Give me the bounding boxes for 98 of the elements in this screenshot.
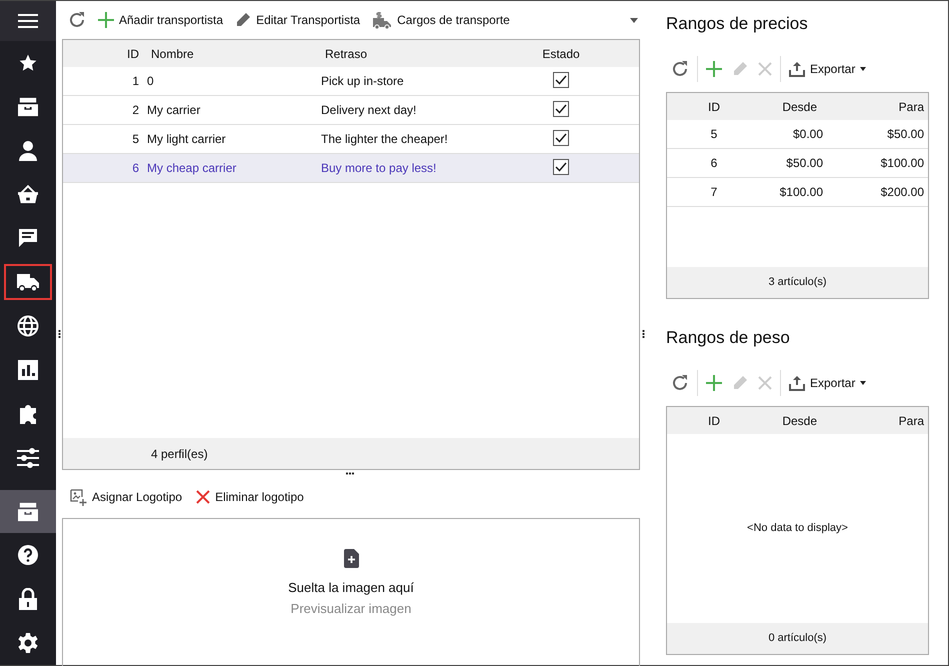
table-cell-text: $50.00: [886, 126, 925, 143]
table-row[interactable]: 6 $50.00 $100.00: [667, 149, 928, 178]
table-cell-text: 1: [131, 73, 140, 90]
gear-icon: [17, 632, 39, 654]
column-header[interactable]: Para: [827, 412, 928, 430]
edit-carrier-button[interactable]: Editar Transportista: [233, 11, 362, 29]
table-cell-text: 0: [146, 73, 155, 90]
checkbox[interactable]: [553, 159, 569, 175]
table-cell-text: 6: [710, 155, 718, 172]
section-title: Rangos de peso: [666, 327, 791, 349]
dropdown-button[interactable]: [628, 18, 640, 22]
image-dropzone[interactable]: Suelta la imagen aquí Previsualizar imagen: [62, 518, 640, 666]
table-cell-text: 5: [710, 126, 718, 143]
close-icon: [196, 490, 210, 504]
dropzone-subtitle: Previsualizar imagen: [290, 600, 412, 618]
inbox-icon: [17, 96, 39, 117]
truck-icon: [16, 272, 40, 292]
checkbox[interactable]: [553, 130, 569, 146]
column-header[interactable]: Retraso: [317, 44, 521, 62]
refresh-icon: [671, 60, 689, 78]
column-header[interactable]: Desde: [761, 98, 827, 116]
table-cell-text: My carrier: [146, 102, 202, 119]
table-cell-text: 2: [131, 102, 140, 119]
table-row[interactable]: 5 $0.00 $50.00: [667, 120, 928, 149]
table-row[interactable]: 1 0 Pick up in-store: [63, 67, 639, 96]
table-cell-text: $50.00: [785, 155, 824, 172]
table-row[interactable]: 6 My cheap carrier Buy more to pay less!: [63, 154, 639, 183]
plus-icon: [98, 12, 114, 28]
splitter-grip[interactable]: [345, 472, 355, 475]
export-button[interactable]: Exportar: [784, 374, 872, 392]
lock-icon: [18, 588, 38, 610]
checkbox[interactable]: [553, 101, 569, 117]
refresh-icon: [68, 11, 86, 29]
column-header[interactable]: Desde: [761, 412, 827, 430]
file-plus-icon: [344, 548, 358, 568]
truck-icon: [372, 11, 392, 29]
star-icon: [18, 52, 38, 73]
column-header[interactable]: ID: [63, 44, 143, 62]
column-header[interactable]: Nombre: [143, 44, 317, 62]
empty-message: <No data to display>: [747, 521, 848, 536]
table-cell-text: 7: [710, 184, 718, 201]
image-add-icon: [70, 488, 87, 506]
dropzone-title: Suelta la imagen aquí: [288, 578, 414, 597]
refresh-icon: [671, 374, 689, 392]
section-title: Rangos de precios: [666, 13, 809, 35]
plus-icon: [706, 375, 722, 391]
caret-icon: [630, 18, 638, 22]
column-header[interactable]: ID: [667, 98, 761, 116]
sliders-icon: [17, 448, 39, 468]
puzzle-icon: [18, 402, 38, 425]
basket-icon: [17, 184, 39, 204]
table-cell-text: $100.00: [880, 155, 925, 172]
person-icon: [18, 140, 38, 162]
table-row[interactable]: 2 My carrier Delivery next day!: [63, 96, 639, 125]
close-icon: [758, 376, 772, 390]
globe-icon: [17, 315, 39, 338]
pencil-icon: [732, 61, 748, 77]
column-header[interactable]: Estado: [521, 44, 601, 62]
table-cell-text: Buy more to pay less!: [320, 160, 438, 177]
record-count: 4 perfil(es): [150, 446, 208, 462]
plus-icon: [706, 61, 722, 77]
checkbox[interactable]: [553, 72, 569, 88]
column-header[interactable]: Para: [827, 98, 928, 116]
close-icon: [758, 62, 772, 76]
table-cell-text: The lighter the cheaper!: [320, 131, 449, 148]
menu-icon: [18, 12, 38, 29]
record-count: 3 artículo(s): [768, 275, 827, 290]
shipping-charges-button[interactable]: Cargos de transporte: [370, 11, 512, 29]
table-cell-text: Pick up in-store: [320, 73, 405, 90]
delete-logo-button[interactable]: Eliminar logotipo: [194, 488, 306, 506]
caret-icon: [860, 67, 866, 71]
pencil-icon: [732, 375, 748, 391]
help-icon: [17, 544, 39, 566]
inbox-icon: [17, 502, 39, 522]
caret-icon: [860, 381, 866, 385]
table-cell-text: $200.00: [880, 184, 925, 201]
table-cell-text: My cheap carrier: [146, 160, 238, 177]
column-header[interactable]: ID: [667, 412, 761, 430]
upload-icon: [789, 375, 805, 391]
chat-icon: [18, 228, 38, 248]
assign-logo-button[interactable]: Asignar Logotipo: [68, 488, 184, 506]
menu-button[interactable]: [0, 1, 56, 41]
table-cell-text: $0.00: [792, 126, 824, 143]
table-cell-text: 6: [131, 160, 140, 177]
table-cell-text: $100.00: [778, 184, 824, 201]
splitter-grip[interactable]: [642, 329, 645, 339]
table-cell-text: 5: [131, 131, 140, 148]
export-button[interactable]: Exportar: [784, 60, 872, 78]
table-cell-text: Delivery next day!: [320, 102, 418, 119]
pencil-icon: [235, 12, 252, 28]
record-count: 0 artículo(s): [768, 631, 827, 646]
table-cell-text: My light carrier: [146, 131, 227, 148]
splitter-grip[interactable]: [58, 329, 61, 339]
add-carrier-button[interactable]: Añadir transportista: [96, 11, 226, 29]
sidebar-item[interactable]: [0, 490, 56, 534]
upload-icon: [789, 61, 805, 77]
chart-icon: [18, 360, 38, 380]
table-row[interactable]: 7 $100.00 $200.00: [667, 178, 928, 207]
